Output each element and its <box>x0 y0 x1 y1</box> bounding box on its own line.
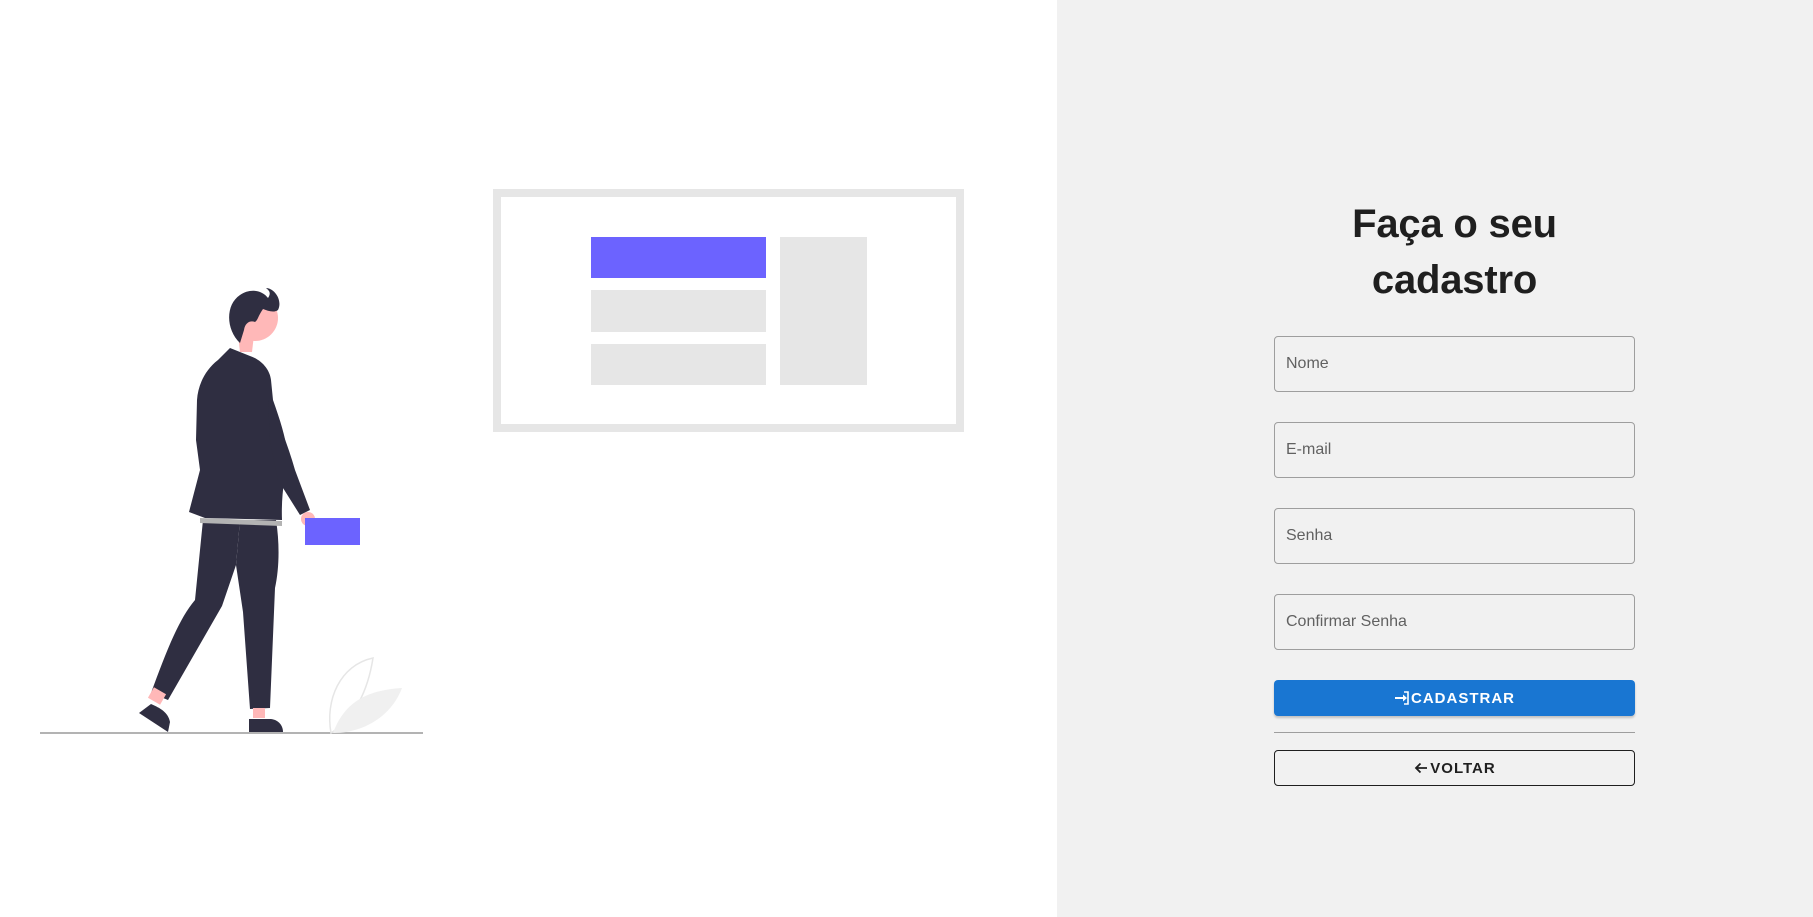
card-in-hand <box>305 518 360 545</box>
page-title: Faça o seu cadastro <box>1352 202 1557 302</box>
register-button[interactable]: CADASTRAR <box>1274 680 1635 716</box>
password-input[interactable] <box>1286 527 1634 545</box>
signup-page: Faça o seu cadastro CA <box>0 0 1813 917</box>
signup-form: Faça o seu cadastro CA <box>1274 196 1635 786</box>
form-panel: Faça o seu cadastro CA <box>1057 0 1813 917</box>
name-input[interactable] <box>1286 355 1634 373</box>
board-illustration <box>493 189 964 432</box>
illustration-panel <box>0 0 1057 917</box>
signup-illustration <box>40 189 964 735</box>
plant-illustration <box>329 657 402 735</box>
confirm-password-input[interactable] <box>1286 613 1634 631</box>
board-accent-block <box>591 237 766 278</box>
register-button-label: CADASTRAR <box>1411 689 1515 707</box>
arrow-left-icon <box>1413 760 1429 776</box>
name-field[interactable] <box>1274 336 1635 392</box>
back-button-label: VOLTAR <box>1430 759 1496 777</box>
email-field[interactable] <box>1274 422 1635 478</box>
board-side-block <box>780 237 867 385</box>
back-button[interactable]: VOLTAR <box>1274 750 1635 786</box>
confirm-password-field[interactable] <box>1274 594 1635 650</box>
email-input[interactable] <box>1286 441 1634 459</box>
board-gray-block-2 <box>591 344 766 385</box>
login-icon <box>1394 690 1410 706</box>
board-gray-block-1 <box>591 290 766 332</box>
person-illustration <box>139 288 360 732</box>
password-field[interactable] <box>1274 508 1635 564</box>
form-divider <box>1274 732 1635 733</box>
